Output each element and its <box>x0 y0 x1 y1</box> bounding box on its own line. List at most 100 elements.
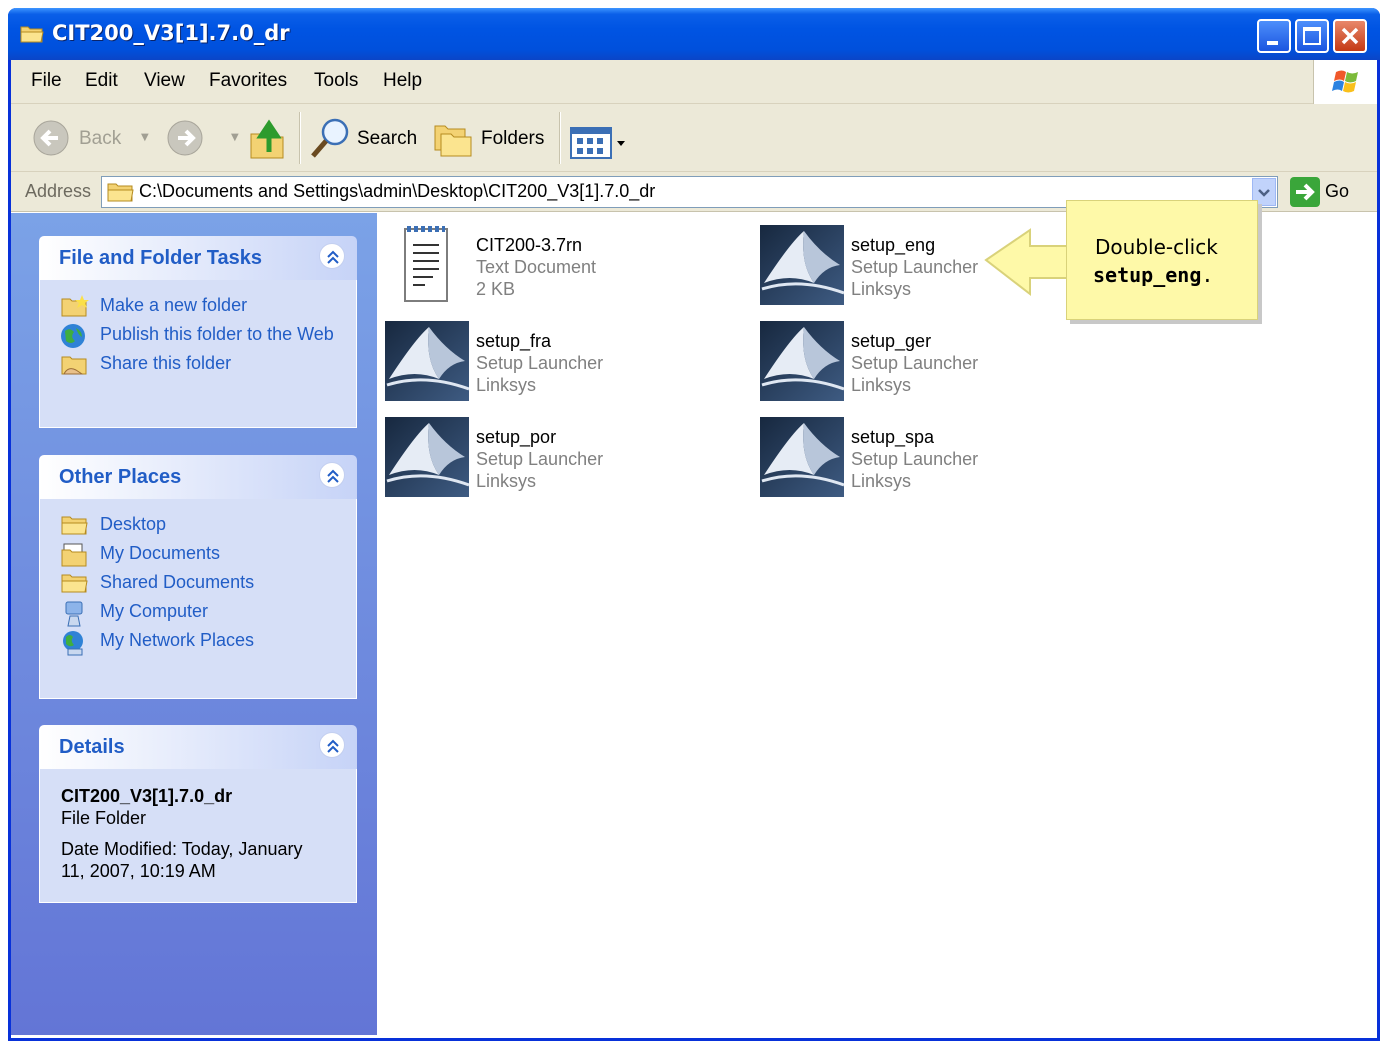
collapse-chevron-icon[interactable] <box>319 462 345 488</box>
file-item-setup-spa[interactable]: setup_spa Setup Launcher Linksys <box>760 415 1120 505</box>
place-label: My Network Places <box>100 630 255 650</box>
callout-period: . <box>1201 263 1214 287</box>
folder-icon <box>61 516 88 535</box>
back-arrow-icon <box>33 120 69 156</box>
callout-arrow-icon <box>984 228 1071 297</box>
callout-text: Double-click <box>1095 235 1218 259</box>
file-size: 2 KB <box>476 279 516 299</box>
task-make-new-folder[interactable]: Make a new folder <box>60 294 346 317</box>
menu-tools[interactable]: Tools <box>314 70 358 92</box>
callout-target: setup_eng. <box>1093 263 1213 287</box>
details-panel: Details CIT200_V3[1].7.0_dr File Folder … <box>39 725 357 903</box>
instruction-callout: Double-click setup_eng. <box>1066 200 1258 320</box>
search-label: Search <box>357 128 418 149</box>
globe-icon <box>61 324 85 348</box>
panel-header[interactable]: File and Folder Tasks <box>39 236 357 280</box>
details-modified: Date Modified: Today, January 11, 2007, … <box>61 839 303 881</box>
folders-button[interactable]: Folders <box>433 118 553 160</box>
place-my-computer[interactable]: My Computer <box>60 600 346 627</box>
my-documents-icon <box>61 543 87 567</box>
address-label: Address <box>25 181 92 201</box>
menu-favorites[interactable]: Favorites <box>209 70 287 92</box>
back-label: Back <box>79 128 122 149</box>
file-company: Linksys <box>476 375 537 395</box>
up-folder-icon[interactable] <box>249 118 289 162</box>
file-type: Setup Launcher <box>851 257 979 277</box>
search-icon <box>311 118 349 158</box>
forward-arrow-icon <box>167 120 203 156</box>
windows-flag-icon <box>1332 70 1358 93</box>
forward-button[interactable]: ▼ <box>165 118 245 158</box>
file-item-setup-ger[interactable]: setup_ger Setup Launcher Linksys <box>760 319 1120 409</box>
setup-launcher-icon <box>385 417 469 497</box>
task-label: Make a new folder <box>100 295 248 315</box>
task-pane: File and Folder Tasks Make a new folder … <box>11 213 377 1035</box>
menu-file[interactable]: File <box>31 70 62 92</box>
close-icon <box>1341 27 1359 45</box>
place-shared-documents[interactable]: Shared Documents <box>60 571 346 594</box>
go-label: Go <box>1325 181 1350 201</box>
place-label: My Computer <box>100 601 209 621</box>
folder-icon <box>20 26 44 43</box>
file-item[interactable]: CIT200-3.7rn Text Document 2 KB <box>385 223 745 313</box>
panel-title: File and Folder Tasks <box>59 247 263 269</box>
minimize-button[interactable] <box>1257 19 1291 53</box>
menu-bar: File Edit View Favorites Tools Help <box>11 60 1377 104</box>
file-type: Setup Launcher <box>851 353 979 373</box>
folders-label: Folders <box>481 128 545 149</box>
share-folder-icon <box>61 356 87 375</box>
panel-title: Other Places <box>59 466 182 488</box>
file-name: setup_ger <box>851 331 932 351</box>
menu-view[interactable]: View <box>144 70 185 92</box>
window-title: CIT200_V3[1].7.0_dr <box>52 21 290 45</box>
go-button[interactable]: Go <box>1289 176 1369 208</box>
folder-icon <box>107 183 134 202</box>
network-places-icon <box>63 631 83 656</box>
place-my-network-places[interactable]: My Network Places <box>60 629 346 656</box>
place-label: Shared Documents <box>100 572 255 592</box>
place-label: My Documents <box>100 543 221 563</box>
toolbar-separator <box>299 112 301 164</box>
file-list: CIT200-3.7rn Text Document 2 KB setup_en… <box>377 213 1377 1035</box>
task-publish-folder[interactable]: Publish this folder to the Web <box>60 323 346 348</box>
task-label: Share this folder <box>100 353 232 373</box>
close-button[interactable] <box>1333 19 1367 53</box>
views-button[interactable] <box>569 126 631 160</box>
file-item-setup-por[interactable]: setup_por Setup Launcher Linksys <box>385 415 745 505</box>
back-dropdown-icon[interactable]: ▼ <box>141 132 149 143</box>
setup-launcher-icon <box>760 321 844 401</box>
panel-body: Desktop My Documents Shared Documents My… <box>39 499 357 699</box>
collapse-chevron-icon[interactable] <box>319 243 345 269</box>
text-document-icon <box>404 226 448 302</box>
menu-help[interactable]: Help <box>383 70 422 92</box>
toolbar: Back ▼ ▼ Search Folders <box>11 104 1377 172</box>
panel-header[interactable]: Details <box>39 725 357 769</box>
file-name: CIT200-3.7rn <box>476 235 583 255</box>
place-desktop[interactable]: Desktop <box>60 513 346 536</box>
file-item-setup-fra[interactable]: setup_fra Setup Launcher Linksys <box>385 319 745 409</box>
back-button[interactable]: Back ▼ <box>29 118 149 158</box>
panel-header[interactable]: Other Places <box>39 455 357 499</box>
views-icon <box>570 127 625 159</box>
collapse-chevron-icon[interactable] <box>319 732 345 758</box>
title-bar[interactable]: CIT200_V3[1].7.0_dr <box>8 8 1380 60</box>
folder-icon <box>61 574 88 593</box>
go-arrow-icon <box>1290 177 1320 207</box>
search-button[interactable]: Search <box>309 118 421 160</box>
other-places-panel: Other Places Desktop My Documents Shared… <box>39 455 357 699</box>
setup-launcher-icon <box>760 417 844 497</box>
file-company: Linksys <box>851 279 912 299</box>
panel-body: Make a new folder Publish this folder to… <box>39 280 357 428</box>
file-type: Setup Launcher <box>476 449 604 469</box>
task-share-folder[interactable]: Share this folder <box>60 352 346 375</box>
file-name: setup_por <box>476 427 557 447</box>
place-my-documents[interactable]: My Documents <box>60 542 346 567</box>
address-value: C:\Documents and Settings\admin\Desktop\… <box>139 181 656 201</box>
forward-dropdown-icon[interactable]: ▼ <box>231 132 239 143</box>
task-label: Publish this folder to the Web <box>100 324 334 344</box>
maximize-button[interactable] <box>1295 19 1329 53</box>
place-label: Desktop <box>100 514 167 534</box>
panel-body: CIT200_V3[1].7.0_dr File Folder Date Mod… <box>39 769 357 903</box>
menu-edit[interactable]: Edit <box>85 70 118 92</box>
file-name: setup_eng <box>851 235 936 255</box>
